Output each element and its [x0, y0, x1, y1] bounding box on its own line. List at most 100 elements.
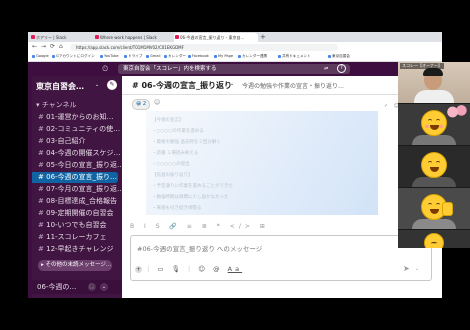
home-button[interactable]: ⌂ [59, 42, 63, 52]
participant-body [414, 90, 454, 103]
bookmark-item[interactable]: 共有ドキュメント [278, 52, 311, 61]
message-line: ・予定通りに作業を進めることができた [152, 184, 233, 189]
chevron-down-icon[interactable]: ⌄ [415, 266, 419, 272]
smiling-face-icon [424, 233, 444, 248]
slack-search-input[interactable]: 東京自習会「スコレー」内を検索する [118, 64, 350, 74]
hash-icon: # [38, 197, 44, 205]
formatting-toolbar[interactable]: B I S 🔗 ≡ ≣ ❝ </> ⊞ [130, 223, 269, 230]
sidebar-channel-item[interactable]: # 05-今日の宣言_振り返… [32, 160, 122, 171]
bookmark-icon [164, 54, 167, 58]
bookmark-item[interactable]: カレンダー連携 [238, 52, 267, 61]
video-tile[interactable] [398, 146, 470, 187]
bookmark-icon [188, 54, 191, 58]
message-composer[interactable]: #06-今週の宣言_振り返り へのメッセージ + | ▭ 🎙 | ☺ @ Aa … [130, 235, 432, 281]
bookmark-item[interactable]: カレンダー [164, 52, 186, 61]
bookmark-icon [214, 54, 217, 58]
smiling-face-icon [421, 110, 447, 136]
plus-icon[interactable]: + [135, 266, 142, 273]
face-mouth [430, 209, 439, 214]
reload-button[interactable]: ⟳ [50, 42, 55, 52]
channel-main-pane: # 06-今週の宣言_振り返り ⌄ 今週の勉強や作業の宣言・振り返り… 😀 2 … [122, 76, 442, 298]
format-toggle-icon[interactable]: Aa [228, 265, 242, 273]
video-tile[interactable]: スコレー【オーナー】 [398, 62, 470, 103]
hash-icon: # [38, 233, 44, 241]
bookmark-item[interactable]: Google [32, 52, 49, 61]
compose-icon[interactable]: ✎ [107, 80, 117, 90]
other-unread-button[interactable]: ▸ その他の未読メッセージ… [38, 260, 112, 271]
bookmark-item[interactable]: YouTube [100, 52, 119, 61]
sidebar-channel-item-selected[interactable]: # 06-今週の宣言_振り… [32, 172, 118, 183]
tab-label: Where work happens | Slack [100, 35, 157, 40]
composer-toolbar: + | ▭ 🎙 | ☺ @ Aa [135, 265, 242, 273]
chevron-down-icon[interactable]: ⌄ [100, 283, 108, 291]
message-line: ・資格の勉強 過去問を２回分解く [152, 140, 221, 145]
participant-body [412, 177, 456, 187]
sidebar-channel-item[interactable]: # 02-コミュニティの使… [32, 124, 122, 135]
address-bar[interactable]: https://app.slack.com/client/T01M1MV02/C… [70, 43, 338, 51]
video-call-panel: スコレー【オーナー】 [398, 62, 470, 248]
bookmark-item[interactable]: Gmail [146, 52, 161, 61]
participant-hair [423, 68, 443, 76]
message-line: ・○○○○○の提出 [152, 162, 190, 167]
headphone-icon[interactable]: 🎧 [88, 283, 96, 291]
hash-icon: # [38, 185, 44, 193]
bookmark-item[interactable]: My Page [214, 52, 233, 61]
sidebar-channel-item[interactable]: # 08-目標達成_合格報告 [32, 196, 122, 207]
sidebar-channel-item[interactable]: # 11-スコレーカフェ [32, 232, 122, 243]
hash-icon: # [38, 149, 44, 157]
slack-top-bar: ⏲ 東京自習会「スコレー」内を検索する ⇌ ? [28, 62, 442, 76]
huddle-channel-name[interactable]: 06-今週の… [37, 280, 76, 294]
sidebar-channel-item[interactable]: # 01-運営からのお知… [32, 112, 122, 123]
message-line: 【先週の振り返り】 [152, 173, 193, 178]
video-tile[interactable] [398, 104, 470, 145]
reaction-pill[interactable]: 😀 2 [132, 99, 150, 110]
chevron-down-icon[interactable]: ⌄ [230, 81, 234, 87]
bookmark-item[interactable]: Facebook [188, 52, 209, 61]
browser-tab[interactable]: Where work happens | Slack [94, 33, 172, 42]
sidebar-channel-item[interactable]: # 10-いつでも自習会 [32, 220, 122, 231]
forward-button[interactable]: → [41, 42, 46, 52]
bookmark-icon [328, 54, 331, 58]
bookmark-icon [278, 54, 281, 58]
tab-label: 06-今週の宣言_振り返り - 東京自… [180, 35, 245, 40]
sidebar-channel-item[interactable]: # 04-今週の開催スケジ… [32, 148, 122, 159]
reaction-count: 2 [142, 101, 146, 107]
hash-icon: # [38, 161, 44, 169]
search-filter-icon[interactable]: ⇌ [324, 64, 328, 74]
send-icon[interactable]: ➤ [403, 264, 410, 273]
header-divider [122, 94, 442, 95]
help-icon[interactable]: ? [337, 64, 346, 73]
chevron-down-icon[interactable]: ⌄ [95, 82, 99, 88]
sidebar-channel-item[interactable]: # 07-今月の宣言_振り返… [32, 184, 122, 195]
history-clock-icon[interactable]: ⏲ [102, 63, 108, 75]
sidebar-channel-item[interactable]: # 03-自己紹介 [32, 136, 122, 147]
sidebar-channel-item[interactable]: # 09-定期開催の自習会 [32, 208, 122, 219]
channels-section-header[interactable]: ▾ チャンネル [36, 100, 77, 110]
hash-icon: # [38, 125, 44, 133]
workspace-name[interactable]: 東京自習会… [36, 81, 84, 92]
message-line: ・○○○○の作業を進める [152, 129, 204, 134]
hash-icon: # [38, 113, 44, 121]
video-icon[interactable]: ▭ [157, 265, 166, 273]
emoji-icon[interactable]: ☺ [198, 265, 208, 273]
video-tile[interactable] [398, 188, 470, 229]
new-tab-button[interactable]: + [260, 32, 266, 42]
mic-icon[interactable]: 🎙 [172, 265, 183, 273]
add-reaction-icon[interactable]: ☺ [154, 99, 160, 106]
bookmark-icon [124, 54, 127, 58]
bookmark-item[interactable]: Gアカウントにログイン [52, 52, 95, 61]
video-tile[interactable] [398, 230, 470, 248]
browser-tab-active[interactable]: 06-今週の宣言_振り返り - 東京自… [174, 33, 258, 42]
browser-tab[interactable]: ホアリー | Slack [30, 33, 92, 42]
sidebar-channel-item[interactable]: # 12-早起きチャレンジ [32, 244, 122, 255]
search-placeholder: 東京自習会「スコレー」内を検索する [123, 66, 217, 72]
bookmark-item[interactable]: 東京自習会 [328, 52, 350, 61]
hash-icon: # [38, 221, 44, 229]
bookmark-icon [238, 54, 241, 58]
channel-title[interactable]: # 06-今週の宣言_振り返り [132, 80, 232, 91]
bookmark-item[interactable]: ドライブ [124, 52, 142, 61]
back-button[interactable]: ← [32, 42, 37, 52]
slack-favicon-icon [175, 35, 179, 39]
mention-icon[interactable]: @ [213, 265, 223, 273]
face-mouth [430, 125, 439, 130]
